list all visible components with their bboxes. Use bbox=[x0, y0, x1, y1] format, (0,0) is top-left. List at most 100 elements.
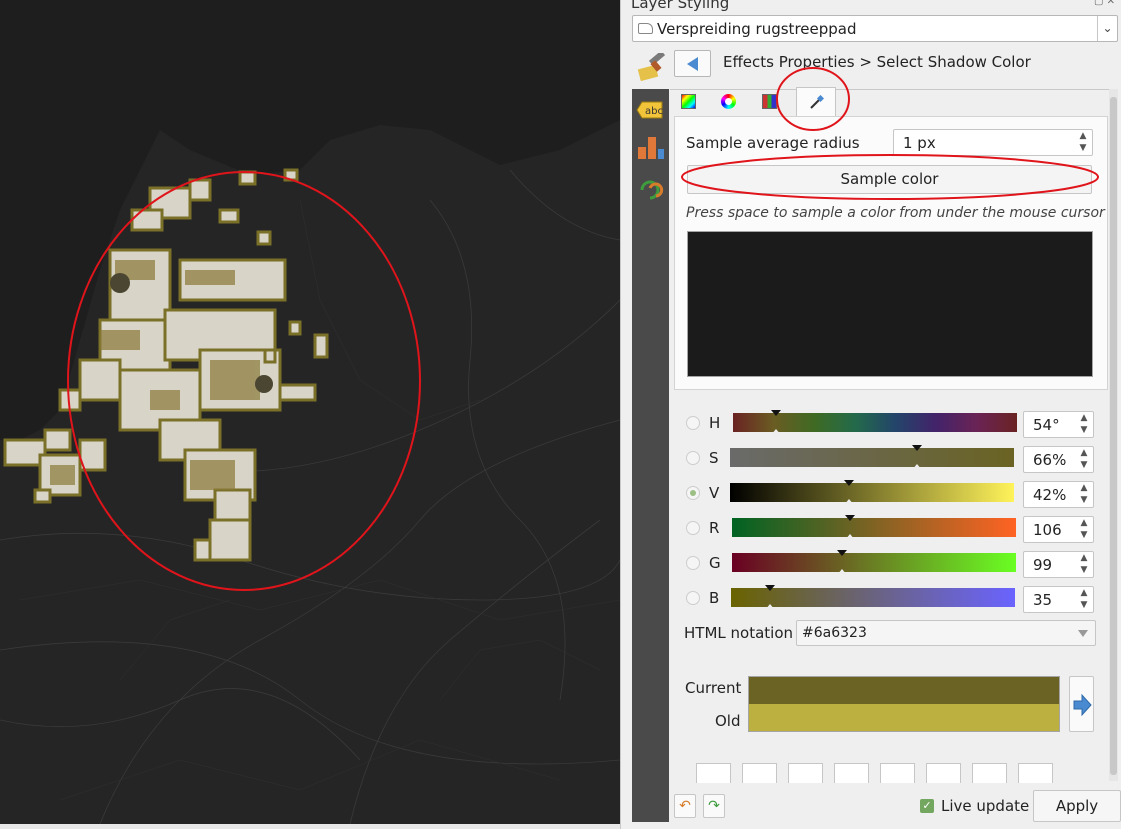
slider-row-h: H 54° ▲ ▼ bbox=[670, 409, 1113, 439]
sample-radius-spinbox[interactable]: 1 px ▲ ▼ bbox=[893, 129, 1093, 156]
current-color-swatch bbox=[749, 677, 1059, 704]
spin-arrows-icon[interactable]: ▲ ▼ bbox=[1077, 412, 1091, 437]
swatch-slot[interactable] bbox=[696, 763, 731, 783]
channel-slider-r[interactable] bbox=[732, 515, 1016, 540]
undo-button[interactable]: ↶ bbox=[674, 794, 696, 818]
slider-row-g: G 99 ▲ ▼ bbox=[670, 549, 1113, 579]
spin-arrows-icon[interactable]: ▲ ▼ bbox=[1077, 552, 1091, 577]
apply-button[interactable]: Apply bbox=[1033, 790, 1121, 822]
html-notation-field[interactable]: #6a6323 bbox=[796, 620, 1096, 646]
undo-icon: ↶ bbox=[679, 798, 691, 814]
back-arrow-icon bbox=[687, 57, 698, 71]
swatch-slot[interactable] bbox=[1018, 763, 1053, 783]
map-render bbox=[0, 0, 620, 824]
dock-buttons[interactable]: ▢ ✕ bbox=[1094, 0, 1115, 7]
redo-icon: ↷ bbox=[708, 798, 720, 814]
tab-color-wheel[interactable] bbox=[709, 87, 749, 115]
channel-radio-s[interactable] bbox=[686, 451, 700, 465]
slider-marker-bottom[interactable] bbox=[837, 569, 847, 575]
slider-marker-top[interactable] bbox=[771, 410, 781, 416]
spin-arrows-icon[interactable]: ▲ ▼ bbox=[1077, 447, 1091, 472]
slider-marker-bottom[interactable] bbox=[912, 464, 922, 470]
channel-label: B bbox=[709, 589, 720, 607]
slider-marker-top[interactable] bbox=[844, 480, 854, 486]
channel-spinbox-h[interactable]: 54° ▲ ▼ bbox=[1023, 411, 1094, 438]
polygon-layer-icon bbox=[638, 23, 653, 34]
channel-radio-v[interactable] bbox=[686, 486, 700, 500]
swatch-grid-icon bbox=[762, 94, 777, 109]
channel-slider-b[interactable] bbox=[731, 585, 1015, 610]
channel-value: 54° bbox=[1033, 416, 1060, 434]
slider-row-r: R 106 ▲ ▼ bbox=[670, 514, 1113, 544]
channel-value: 35 bbox=[1033, 591, 1053, 609]
slider-marker-top[interactable] bbox=[845, 515, 855, 521]
layer-select[interactable]: Verspreiding rugstreeppad ⌄ bbox=[632, 15, 1118, 42]
channel-value: 66% bbox=[1033, 451, 1067, 469]
eyedropper-icon bbox=[809, 94, 825, 110]
svg-text:abc: abc bbox=[645, 106, 663, 117]
channel-value: 99 bbox=[1033, 556, 1053, 574]
labels-tab-icon[interactable]: abc bbox=[636, 99, 666, 129]
channel-spinbox-b[interactable]: 35 ▲ ▼ bbox=[1023, 586, 1094, 613]
color-wheel-icon bbox=[721, 94, 736, 109]
slider-marker-bottom[interactable] bbox=[771, 429, 781, 435]
sample-color-button[interactable]: Sample color bbox=[687, 165, 1092, 194]
channel-radio-h[interactable] bbox=[686, 416, 700, 430]
tab-color-sampler[interactable] bbox=[796, 87, 836, 117]
slider-marker-bottom[interactable] bbox=[845, 534, 855, 540]
channel-spinbox-s[interactable]: 66% ▲ ▼ bbox=[1023, 446, 1094, 473]
channel-radio-r[interactable] bbox=[686, 521, 700, 535]
channel-spinbox-v[interactable]: 42% ▲ ▼ bbox=[1023, 481, 1094, 508]
spin-arrows-icon[interactable]: ▲ ▼ bbox=[1077, 482, 1091, 507]
slider-marker-bottom[interactable] bbox=[765, 604, 775, 610]
slider-row-b: B 35 ▲ ▼ bbox=[670, 584, 1113, 614]
slider-marker-top[interactable] bbox=[912, 445, 922, 451]
channel-slider-h[interactable] bbox=[733, 410, 1017, 435]
layer-styling-panel: Layer Styling ▢ ✕ Verspreiding rugstreep… bbox=[620, 0, 1121, 829]
swatch-slot[interactable] bbox=[972, 763, 1007, 783]
spin-arrows-icon[interactable]: ▲ ▼ bbox=[1077, 517, 1091, 542]
redo-button[interactable]: ↷ bbox=[703, 794, 725, 818]
slider-marker-top[interactable] bbox=[765, 585, 775, 591]
swatch-slot[interactable] bbox=[834, 763, 869, 783]
diagrams-tab-icon[interactable] bbox=[636, 133, 666, 163]
channel-slider-s[interactable] bbox=[730, 445, 1014, 470]
channel-label: G bbox=[709, 554, 721, 572]
panel-title: Layer Styling bbox=[631, 0, 730, 12]
layer-select-value: Verspreiding rugstreeppad bbox=[657, 20, 857, 38]
history-tab-icon[interactable] bbox=[636, 176, 666, 206]
sample-preview bbox=[687, 231, 1093, 377]
channel-label: R bbox=[709, 519, 720, 537]
channel-radio-b[interactable] bbox=[686, 591, 700, 605]
swatch-slot[interactable] bbox=[926, 763, 961, 783]
dropdown-arrow-icon[interactable] bbox=[1078, 630, 1088, 637]
channel-radio-g[interactable] bbox=[686, 556, 700, 570]
color-preview[interactable] bbox=[748, 676, 1060, 732]
channel-label: V bbox=[709, 484, 720, 502]
style-tab-strip: abc bbox=[632, 89, 669, 822]
chevron-down-icon[interactable]: ⌄ bbox=[1097, 16, 1117, 41]
tab-color-swatches[interactable] bbox=[750, 87, 790, 115]
old-color-swatch bbox=[749, 704, 1059, 731]
tab-color-ramp[interactable] bbox=[669, 87, 709, 115]
slider-marker-top[interactable] bbox=[837, 550, 847, 556]
paintbrush-icon[interactable] bbox=[637, 50, 669, 83]
channel-slider-v[interactable] bbox=[730, 480, 1014, 505]
swatch-slot[interactable] bbox=[880, 763, 915, 783]
channel-spinbox-g[interactable]: 99 ▲ ▼ bbox=[1023, 551, 1094, 578]
spin-arrows-icon[interactable]: ▲ ▼ bbox=[1076, 130, 1090, 155]
live-update-checkbox[interactable]: ✓ bbox=[920, 799, 934, 813]
slider-marker-bottom[interactable] bbox=[844, 499, 854, 505]
back-button[interactable] bbox=[674, 50, 711, 77]
apply-color-button[interactable] bbox=[1069, 676, 1094, 732]
right-arrow-icon bbox=[1073, 693, 1092, 717]
sample-hint: Press space to sample a color from under… bbox=[686, 205, 1105, 221]
spin-arrows-icon[interactable]: ▲ ▼ bbox=[1077, 587, 1091, 612]
swatch-slot[interactable] bbox=[788, 763, 823, 783]
swatch-slot[interactable] bbox=[742, 763, 777, 783]
channel-slider-g[interactable] bbox=[732, 550, 1016, 575]
slider-row-s: S 66% ▲ ▼ bbox=[670, 444, 1113, 474]
channel-spinbox-r[interactable]: 106 ▲ ▼ bbox=[1023, 516, 1094, 543]
map-canvas[interactable] bbox=[0, 0, 620, 824]
swatch-strip[interactable] bbox=[696, 763, 1064, 787]
